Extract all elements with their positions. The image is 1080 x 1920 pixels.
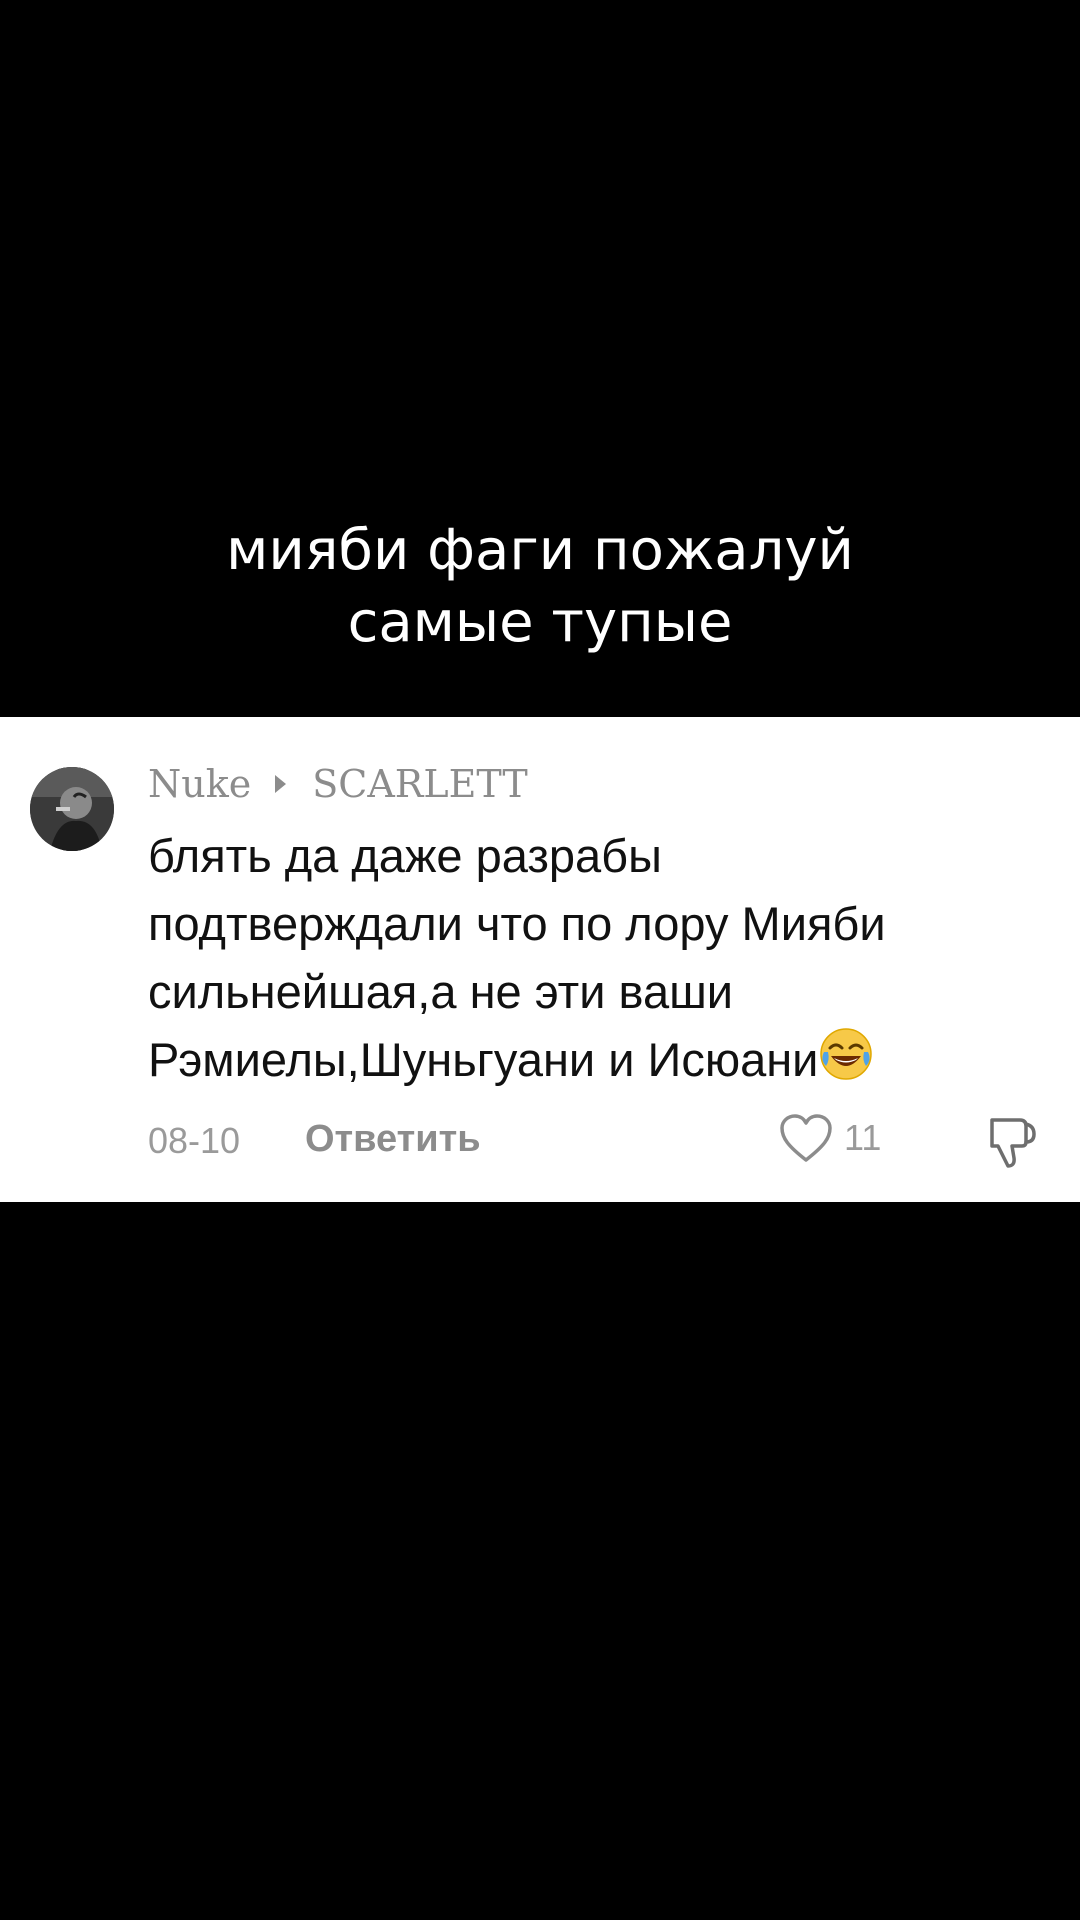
author-name[interactable]: Nuke [148,762,251,806]
thumbs-down-icon [990,1118,1036,1168]
video-caption: мияби фаги пожалуй самые тупые [0,515,1080,659]
caption-line-1: мияби фаги пожалуй [226,518,854,583]
comment-text: блять да даже разрабы подтверждали что п… [148,822,1048,1100]
reply-arrow-icon [275,775,287,793]
tears-of-joy-emoji-icon [818,1026,874,1100]
comment-card: Nuke SCARLETT блять да даже разрабы подт… [0,717,1080,1202]
like-button[interactable]: 11 [778,1112,881,1164]
comment-footer: 08-10 Ответить 11 [148,1112,1048,1172]
comment-line: подтверждали что по лору Мияби [148,897,886,950]
comment-line: сильнейшая,а не эти ваши [148,965,734,1018]
caption-line-2: самые тупые [347,590,733,655]
comment-header: Nuke SCARLETT [148,757,528,811]
avatar-photo-icon [30,767,114,851]
avatar[interactable] [30,767,114,851]
comment-line: блять да даже разрабы [148,829,662,882]
reply-button[interactable]: Ответить [305,1118,481,1161]
comment-line-text: Рэмиелы,Шуньгуани и Исюани [148,1033,819,1086]
comment-line-last: Рэмиелы,Шуньгуани и Исюани [148,1026,1048,1100]
heart-outline-icon [780,1114,832,1162]
comment-date: 08-10 [148,1120,241,1161]
reply-to-name[interactable]: SCARLETT [312,762,528,806]
video-frame: мияби фаги пожалуй самые тупые Nuke SCAR… [0,0,1080,1920]
like-count: 11 [844,1117,882,1158]
dislike-button[interactable] [978,1112,1038,1177]
